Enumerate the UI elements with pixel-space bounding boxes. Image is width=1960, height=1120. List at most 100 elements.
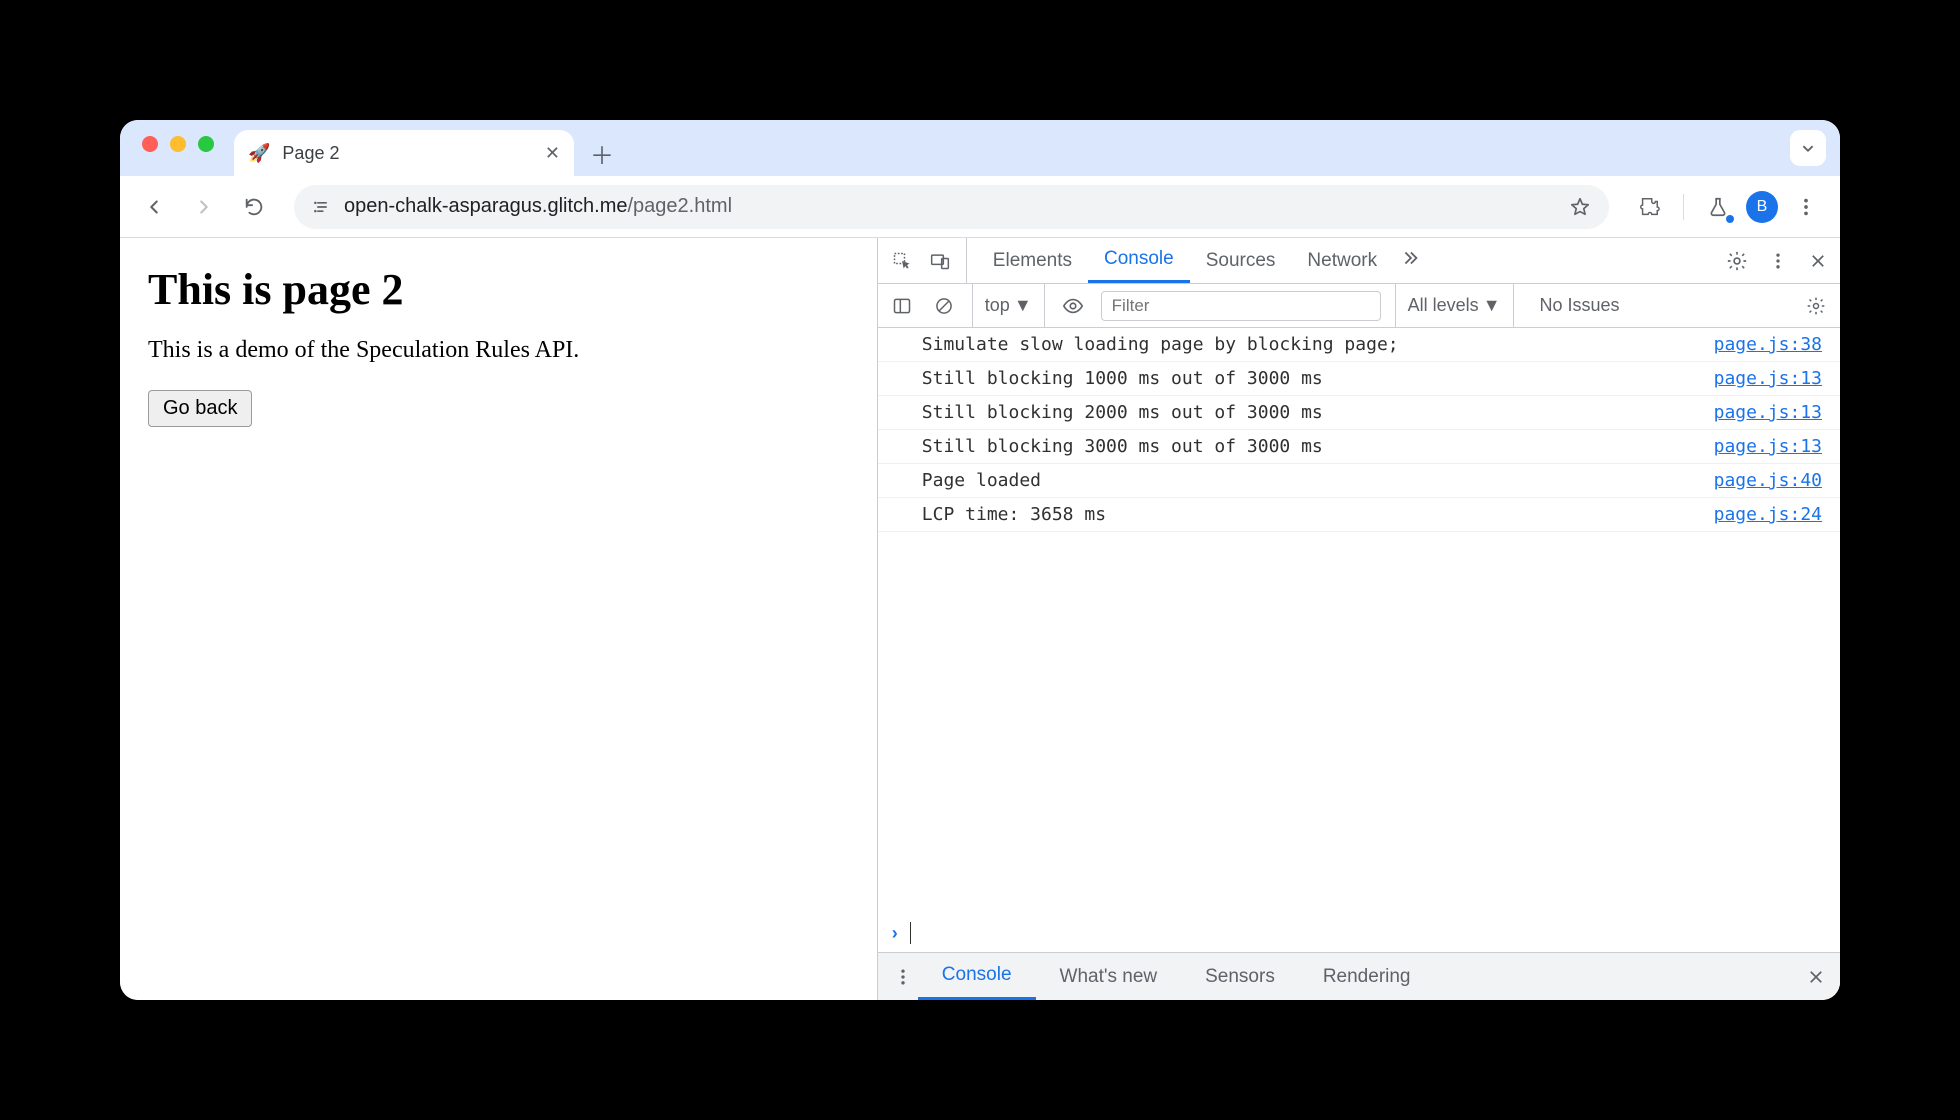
inspect-element-button[interactable] bbox=[886, 245, 918, 277]
log-source-link[interactable]: page.js:13 bbox=[1714, 368, 1822, 389]
bookmark-button[interactable] bbox=[1569, 196, 1591, 218]
log-levels-selector[interactable]: All levels ▼ bbox=[1395, 284, 1514, 327]
devtools-drawer: Console What's new Sensors Rendering bbox=[878, 952, 1840, 1000]
text-cursor bbox=[910, 922, 911, 944]
back-button[interactable] bbox=[134, 187, 174, 227]
go-back-button[interactable]: Go back bbox=[148, 390, 252, 427]
drawer-tab-whatsnew[interactable]: What's new bbox=[1036, 953, 1182, 1000]
context-label: top bbox=[985, 295, 1010, 316]
console-log-row: LCP time: 3658 ms page.js:24 bbox=[878, 498, 1840, 532]
console-settings-button[interactable] bbox=[1802, 292, 1830, 320]
reload-icon bbox=[243, 196, 265, 218]
avatar-letter: B bbox=[1757, 198, 1768, 216]
device-toolbar-button[interactable] bbox=[924, 245, 956, 277]
devtools-close-button[interactable] bbox=[1804, 247, 1832, 275]
labs-button[interactable] bbox=[1698, 187, 1738, 227]
levels-label: All levels bbox=[1408, 295, 1479, 316]
browser-window: 🚀 Page 2 ✕ ＋ open-chalk-asparagus.glitch… bbox=[120, 120, 1840, 1000]
site-info-icon[interactable] bbox=[312, 197, 332, 217]
prompt-chevron-icon: › bbox=[892, 923, 898, 944]
page-heading: This is page 2 bbox=[148, 264, 849, 315]
profile-avatar[interactable]: B bbox=[1746, 191, 1778, 223]
chevron-down-icon bbox=[1797, 137, 1819, 159]
close-icon bbox=[1809, 252, 1827, 270]
chrome-menu-button[interactable] bbox=[1786, 187, 1826, 227]
console-log-row: Still blocking 3000 ms out of 3000 ms pag… bbox=[878, 430, 1840, 464]
console-log-row: Page loaded page.js:40 bbox=[878, 464, 1840, 498]
devtools-tab-elements[interactable]: Elements bbox=[977, 238, 1088, 283]
execution-context-selector[interactable]: top ▼ bbox=[972, 284, 1045, 327]
favicon-icon: 🚀 bbox=[248, 143, 270, 164]
log-message: Page loaded bbox=[922, 470, 1041, 491]
kebab-icon bbox=[893, 967, 913, 987]
live-expression-button[interactable] bbox=[1059, 292, 1087, 320]
close-window-button[interactable] bbox=[142, 136, 158, 152]
log-message: LCP time: 3658 ms bbox=[922, 504, 1106, 525]
drawer-tab-sensors[interactable]: Sensors bbox=[1181, 953, 1299, 1000]
devtools-tab-sources[interactable]: Sources bbox=[1190, 238, 1292, 283]
url-text: open-chalk-asparagus.glitch.me/page2.htm… bbox=[344, 195, 1557, 218]
log-source-link[interactable]: page.js:40 bbox=[1714, 470, 1822, 491]
maximize-window-button[interactable] bbox=[198, 136, 214, 152]
kebab-icon bbox=[1768, 251, 1788, 271]
tab-strip: 🚀 Page 2 ✕ ＋ bbox=[120, 120, 1840, 176]
console-log-list: Simulate slow loading page by blocking p… bbox=[878, 328, 1840, 914]
sidebar-icon bbox=[892, 296, 912, 316]
log-source-link[interactable]: page.js:38 bbox=[1714, 334, 1822, 355]
caret-down-icon: ▼ bbox=[1483, 295, 1501, 316]
devtools-tabs-overflow[interactable] bbox=[1393, 238, 1427, 278]
log-source-link[interactable]: page.js:13 bbox=[1714, 436, 1822, 457]
forward-button[interactable] bbox=[184, 187, 224, 227]
drawer-close-button[interactable] bbox=[1802, 963, 1830, 991]
reload-button[interactable] bbox=[234, 187, 274, 227]
kebab-icon bbox=[1795, 196, 1817, 218]
console-filter-input[interactable] bbox=[1101, 291, 1381, 321]
inspect-icon bbox=[892, 251, 912, 271]
log-message: Still blocking 1000 ms out of 3000 ms bbox=[922, 368, 1323, 389]
puzzle-icon bbox=[1638, 196, 1660, 218]
browser-toolbar: open-chalk-asparagus.glitch.me/page2.htm… bbox=[120, 176, 1840, 238]
tab-overflow-button[interactable] bbox=[1790, 130, 1826, 166]
drawer-tab-rendering[interactable]: Rendering bbox=[1299, 953, 1435, 1000]
content-area: This is page 2 This is a demo of the Spe… bbox=[120, 238, 1840, 1000]
clear-icon bbox=[934, 296, 954, 316]
eye-icon bbox=[1062, 295, 1084, 317]
close-tab-button[interactable]: ✕ bbox=[545, 143, 560, 164]
new-tab-button[interactable]: ＋ bbox=[582, 133, 622, 173]
devtools-menu-button[interactable] bbox=[1764, 247, 1792, 275]
devtools-settings-button[interactable] bbox=[1722, 246, 1752, 276]
drawer-tab-console[interactable]: Console bbox=[918, 953, 1036, 1000]
arrow-right-icon bbox=[193, 196, 215, 218]
gear-icon bbox=[1806, 296, 1826, 316]
arrow-left-icon bbox=[143, 196, 165, 218]
window-controls bbox=[142, 136, 214, 152]
console-toolbar: top ▼ All levels ▼ No Issues bbox=[878, 284, 1840, 328]
drawer-menu-button[interactable] bbox=[888, 962, 918, 992]
log-message: Still blocking 3000 ms out of 3000 ms bbox=[922, 436, 1323, 457]
console-prompt[interactable]: › bbox=[878, 914, 1840, 952]
devtools-panel: Elements Console Sources Network bbox=[877, 238, 1840, 1000]
console-log-row: Still blocking 2000 ms out of 3000 ms pag… bbox=[878, 396, 1840, 430]
gear-icon bbox=[1726, 250, 1748, 272]
devtools-tabbar: Elements Console Sources Network bbox=[878, 238, 1840, 284]
clear-console-button[interactable] bbox=[930, 292, 958, 320]
divider bbox=[1683, 194, 1684, 220]
extensions-button[interactable] bbox=[1629, 187, 1669, 227]
devices-icon bbox=[930, 251, 950, 271]
address-bar[interactable]: open-chalk-asparagus.glitch.me/page2.htm… bbox=[294, 185, 1609, 229]
log-message: Still blocking 2000 ms out of 3000 ms bbox=[922, 402, 1323, 423]
tab-title: Page 2 bbox=[282, 143, 532, 164]
issues-counter[interactable]: No Issues bbox=[1528, 295, 1632, 316]
minimize-window-button[interactable] bbox=[170, 136, 186, 152]
flask-icon bbox=[1707, 196, 1729, 218]
devtools-tab-console[interactable]: Console bbox=[1088, 238, 1190, 283]
devtools-tab-network[interactable]: Network bbox=[1291, 238, 1393, 283]
page-description: This is a demo of the Speculation Rules … bbox=[148, 337, 849, 364]
log-source-link[interactable]: page.js:13 bbox=[1714, 402, 1822, 423]
log-source-link[interactable]: page.js:24 bbox=[1714, 504, 1822, 525]
browser-tab[interactable]: 🚀 Page 2 ✕ bbox=[234, 130, 574, 176]
console-sidebar-toggle[interactable] bbox=[888, 292, 916, 320]
toolbar-actions: B bbox=[1629, 187, 1826, 227]
log-message: Simulate slow loading page by blocking p… bbox=[922, 334, 1399, 355]
close-icon bbox=[1807, 968, 1825, 986]
